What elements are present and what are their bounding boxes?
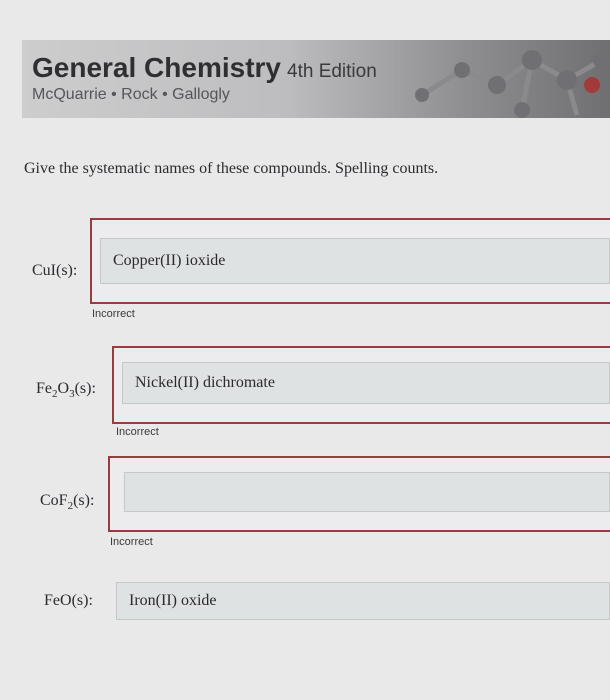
formula-part: O	[57, 380, 70, 397]
answer-value: Nickel(II) dichromate	[135, 374, 275, 391]
answer-input-cof2[interactable]	[124, 472, 610, 512]
answer-value: Iron(II) oxide	[129, 592, 217, 609]
book-title: General Chemistry 4th Edition	[32, 52, 377, 84]
formula-label-feo: FeO(s):	[44, 592, 93, 610]
feedback-incorrect: Incorrect	[92, 308, 135, 320]
book-header-banner: General Chemistry 4th Edition McQuarrie •…	[22, 40, 610, 118]
molecule-graphic-icon	[415, 50, 610, 118]
answer-input-fe2o3[interactable]: Nickel(II) dichromate	[122, 362, 610, 404]
instructions-text: Give the systematic names of these compo…	[24, 160, 439, 177]
formula-part: Fe	[36, 380, 52, 397]
feedback-incorrect: Incorrect	[116, 426, 159, 438]
formula-label-fe2o3: Fe2O3(s):	[36, 380, 96, 400]
book-authors: McQuarrie • Rock • Gallogly	[32, 86, 230, 103]
formula-tail: (s):	[56, 262, 78, 279]
answer-value: Copper(II) ioxide	[113, 252, 226, 269]
formula-part: CoF	[40, 492, 68, 509]
answer-input-feo[interactable]: Iron(II) oxide	[116, 582, 610, 620]
formula-tail: (s):	[71, 592, 93, 609]
formula-part: (s):	[74, 380, 96, 397]
feedback-incorrect: Incorrect	[110, 536, 153, 548]
formula-label-cui: CuI(s):	[32, 262, 77, 280]
answer-input-cui[interactable]: Copper(II) ioxide	[100, 238, 610, 284]
formula-main: CuI	[32, 262, 56, 279]
formula-label-cof2: CoF2(s):	[40, 492, 94, 512]
formula-part: (s):	[73, 492, 95, 509]
book-edition: 4th Edition	[287, 61, 377, 82]
formula-main: FeO	[44, 592, 72, 609]
book-title-text: General Chemistry	[32, 52, 281, 83]
